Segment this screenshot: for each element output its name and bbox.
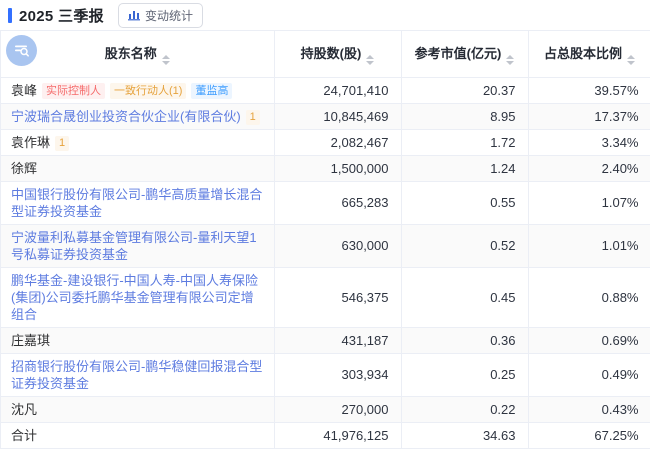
shares-cell: 303,934 bbox=[274, 353, 401, 396]
shares-cell: 665,283 bbox=[274, 181, 401, 224]
column-label: 参考市值(亿元) bbox=[415, 46, 502, 61]
table-row: 宁波量利私募基金管理有限公司-量利天望1号私募证券投资基金 630,0000.52… bbox=[1, 224, 650, 267]
shareholder-name-cell: 袁作琳 1 bbox=[1, 129, 274, 155]
market-value-cell: 0.52 bbox=[401, 224, 528, 267]
market-value-cell: 1.72 bbox=[401, 129, 528, 155]
shareholder-name-cell: 招商银行股份有限公司-鹏华稳健回报混合型证券投资基金 bbox=[1, 353, 274, 396]
ratio-cell: 1.01% bbox=[528, 224, 650, 267]
shares-cell: 24,701,410 bbox=[274, 77, 401, 103]
shareholders-table: 股东名称 持股数(股) 参考市值(亿元) 占总股本比例 袁峰实际控制人一致行动人(1)… bbox=[0, 30, 650, 449]
shareholder-name: 合计 bbox=[11, 428, 37, 443]
shares-cell: 2,082,467 bbox=[274, 129, 401, 155]
shareholder-name: 庄嘉琪 bbox=[11, 333, 50, 348]
ratio-cell: 1.07% bbox=[528, 181, 650, 224]
bar-chart-icon bbox=[128, 9, 140, 21]
shareholder-name-cell: 宁波量利私募基金管理有限公司-量利天望1号私募证券投资基金 bbox=[1, 224, 274, 267]
shareholder-name-cell: 徐辉 bbox=[1, 155, 274, 181]
table-header-row: 股东名称 持股数(股) 参考市值(亿元) 占总股本比例 bbox=[1, 31, 650, 77]
table-row: 招商银行股份有限公司-鹏华稳健回报混合型证券投资基金 303,9340.250.4… bbox=[1, 353, 650, 396]
shareholder-name-cell: 合计 bbox=[1, 422, 274, 448]
shareholder-name-cell: 鹏华基金-建设银行-中国人寿-中国人寿保险(集团)公司委托鹏华基金管理有限公司定… bbox=[1, 267, 274, 327]
shareholders-data-table: 股东名称 持股数(股) 参考市值(亿元) 占总股本比例 袁峰实际控制人一致行动人(1)… bbox=[1, 31, 650, 449]
ratio-cell: 2.40% bbox=[528, 155, 650, 181]
market-value-cell: 0.22 bbox=[401, 396, 528, 422]
market-value-cell: 0.45 bbox=[401, 267, 528, 327]
table-row: 袁峰实际控制人一致行动人(1) 董监高 24,701,41020.3739.57% bbox=[1, 77, 650, 103]
shares-cell: 1,500,000 bbox=[274, 155, 401, 181]
sort-carets-icon[interactable] bbox=[627, 55, 635, 65]
table-row: 中国银行股份有限公司-鹏华高质量增长混合型证券投资基金 665,2830.551.… bbox=[1, 181, 650, 224]
ratio-cell: 39.57% bbox=[528, 77, 650, 103]
shares-cell: 546,375 bbox=[274, 267, 401, 327]
shareholder-name[interactable]: 鹏华基金-建设银行-中国人寿-中国人寿保险(集团)公司委托鹏华基金管理有限公司定… bbox=[11, 273, 258, 322]
shareholder-name[interactable]: 宁波量利私募基金管理有限公司-量利天望1号私募证券投资基金 bbox=[11, 230, 257, 262]
table-row: 徐辉 1,500,0001.242.40% bbox=[1, 155, 650, 181]
market-value-cell: 8.95 bbox=[401, 103, 528, 129]
column-header-shareholder-name[interactable]: 股东名称 bbox=[1, 31, 274, 77]
count-badge: 1 bbox=[246, 110, 260, 125]
shareholder-name: 徐辉 bbox=[11, 161, 37, 176]
shares-cell: 431,187 bbox=[274, 327, 401, 353]
market-value-cell: 1.24 bbox=[401, 155, 528, 181]
shareholder-name[interactable]: 宁波瑞合晟创业投资合伙企业(有限合伙) bbox=[11, 109, 241, 124]
market-value-cell: 20.37 bbox=[401, 77, 528, 103]
column-header-shares[interactable]: 持股数(股) bbox=[274, 31, 401, 77]
market-value-cell: 0.36 bbox=[401, 327, 528, 353]
market-value-cell: 0.25 bbox=[401, 353, 528, 396]
page-title: 2025 三季报 bbox=[19, 5, 104, 26]
column-label: 股东名称 bbox=[105, 46, 157, 61]
table-row: 沈凡 270,0000.220.43% bbox=[1, 396, 650, 422]
shareholder-name[interactable]: 中国银行股份有限公司-鹏华高质量增长混合型证券投资基金 bbox=[11, 187, 262, 219]
shareholder-name: 沈凡 bbox=[11, 402, 37, 417]
shareholder-name: 袁峰 bbox=[11, 83, 37, 98]
shareholders-panel: 2025 三季报 变动统计 bbox=[0, 0, 650, 451]
ratio-cell: 17.37% bbox=[528, 103, 650, 129]
market-value-cell: 34.63 bbox=[401, 422, 528, 448]
column-header-ratio[interactable]: 占总股本比例 bbox=[528, 31, 650, 77]
ratio-cell: 0.49% bbox=[528, 353, 650, 396]
change-stats-button[interactable]: 变动统计 bbox=[118, 3, 203, 28]
sort-carets-icon[interactable] bbox=[162, 55, 170, 65]
ratio-cell: 67.25% bbox=[528, 422, 650, 448]
market-value-cell: 0.55 bbox=[401, 181, 528, 224]
report-header: 2025 三季报 变动统计 bbox=[0, 0, 650, 30]
shareholder-tag: 董监高 bbox=[191, 83, 232, 99]
shares-cell: 10,845,469 bbox=[274, 103, 401, 129]
title-accent-bar bbox=[8, 8, 12, 23]
shareholder-name-cell: 宁波瑞合晟创业投资合伙企业(有限合伙) 1 bbox=[1, 103, 274, 129]
count-badge: 1 bbox=[55, 136, 69, 151]
total-row: 合计 41,976,12534.6367.25% bbox=[1, 422, 650, 448]
table-row: 宁波瑞合晟创业投资合伙企业(有限合伙) 1 10,845,4698.9517.37% bbox=[1, 103, 650, 129]
ratio-cell: 3.34% bbox=[528, 129, 650, 155]
shareholder-name-cell: 庄嘉琪 bbox=[1, 327, 274, 353]
shareholder-name[interactable]: 招商银行股份有限公司-鹏华稳健回报混合型证券投资基金 bbox=[11, 359, 262, 391]
change-stats-label: 变动统计 bbox=[145, 7, 193, 24]
shareholder-name: 袁作琳 bbox=[11, 135, 50, 150]
sort-carets-icon[interactable] bbox=[366, 55, 374, 65]
shareholder-name-cell: 中国银行股份有限公司-鹏华高质量增长混合型证券投资基金 bbox=[1, 181, 274, 224]
column-label: 占总股本比例 bbox=[544, 46, 622, 61]
shares-cell: 630,000 bbox=[274, 224, 401, 267]
shareholder-tag: 一致行动人(1) bbox=[110, 83, 186, 99]
ratio-cell: 0.69% bbox=[528, 327, 650, 353]
shares-cell: 41,976,125 bbox=[274, 422, 401, 448]
sort-carets-icon[interactable] bbox=[506, 55, 514, 65]
shareholder-name-cell: 沈凡 bbox=[1, 396, 274, 422]
ratio-cell: 0.88% bbox=[528, 267, 650, 327]
table-row: 庄嘉琪 431,1870.360.69% bbox=[1, 327, 650, 353]
column-label: 持股数(股) bbox=[301, 46, 362, 61]
shareholder-tag: 实际控制人 bbox=[42, 83, 105, 99]
shares-cell: 270,000 bbox=[274, 396, 401, 422]
ratio-cell: 0.43% bbox=[528, 396, 650, 422]
search-list-icon[interactable] bbox=[6, 35, 37, 66]
shareholder-name-cell: 袁峰实际控制人一致行动人(1) 董监高 bbox=[1, 77, 274, 103]
table-row: 袁作琳 1 2,082,4671.723.34% bbox=[1, 129, 650, 155]
table-row: 鹏华基金-建设银行-中国人寿-中国人寿保险(集团)公司委托鹏华基金管理有限公司定… bbox=[1, 267, 650, 327]
column-header-market-value[interactable]: 参考市值(亿元) bbox=[401, 31, 528, 77]
